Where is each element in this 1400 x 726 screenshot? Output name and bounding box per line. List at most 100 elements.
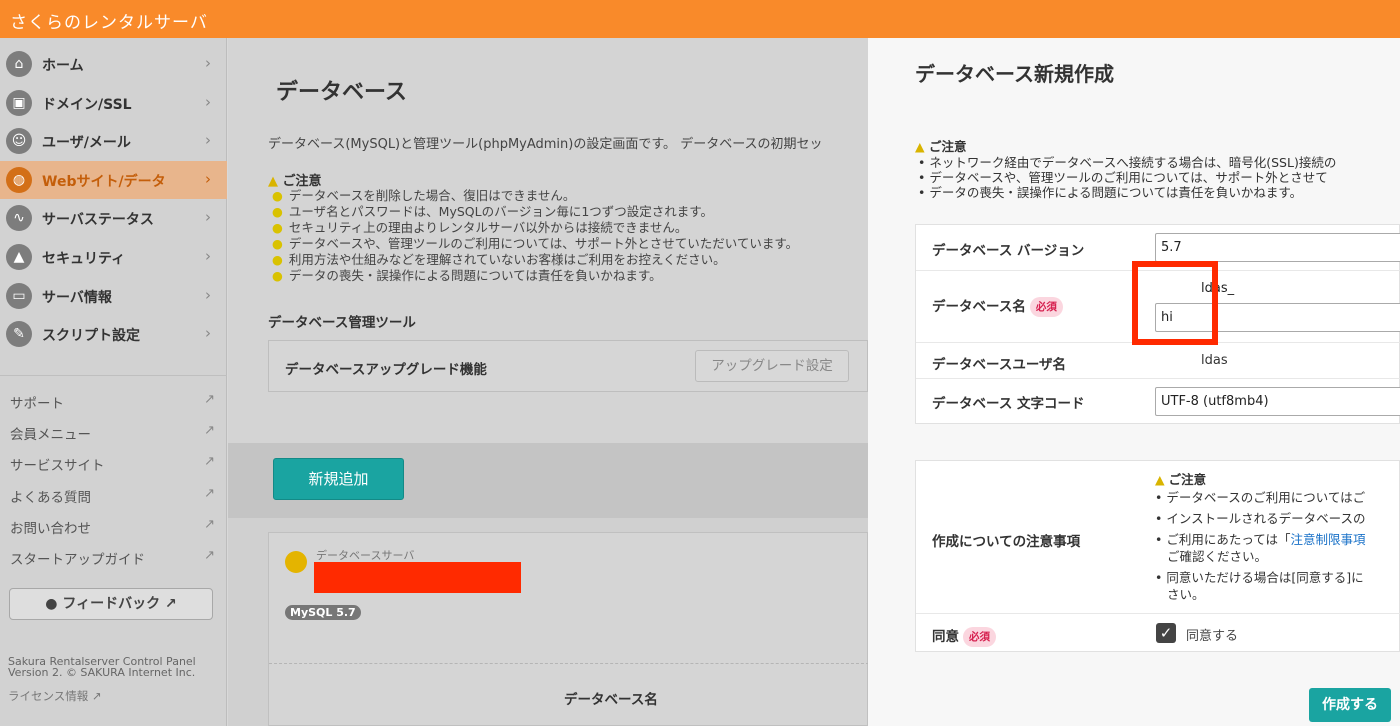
notes-title: ご注意 <box>1168 472 1207 487</box>
external-link-icon: ↗ <box>204 392 215 407</box>
notes-heading: ▲ ご注意 <box>1155 472 1400 487</box>
redacted-server-name <box>314 562 521 593</box>
add-band: 新規追加 <box>228 443 868 518</box>
agree-checkbox-label[interactable]: 同意する <box>1186 625 1238 644</box>
notes-item-cont: ご確認ください。 <box>1167 549 1268 564</box>
footer-copyright: Sakura Rentalserver Control Panel Versio… <box>8 656 196 678</box>
upgrade-section: データベースアップグレード機能 アップグレード設定 <box>268 340 868 392</box>
license-label: ライセンス情報 <box>8 689 89 703</box>
caution-item: ● データベースを削除した場合、復旧はできません。 <box>272 188 576 203</box>
external-link-icon: ↗ <box>91 689 102 703</box>
external-link-icon: ↗ <box>204 548 215 563</box>
sidebar-link-support[interactable]: サポート ↗ <box>10 392 215 412</box>
create-button[interactable]: 作成する <box>1309 688 1391 722</box>
license-link[interactable]: ライセンス情報 ↗ <box>8 688 102 704</box>
panel-caution-heading: ▲ ご注意 <box>915 136 967 155</box>
chevron-right-icon: › <box>205 170 211 188</box>
panel-title: データベース新規作成 <box>915 62 1114 86</box>
create-database-panel: データベース新規作成 ▲ ご注意 • ネットワーク経由でデータベースへ接続する場… <box>868 38 1400 726</box>
red-highlight-box <box>1132 261 1218 345</box>
dbuser-row: データベースユーザ名 ldas <box>916 343 1400 379</box>
link-label: よくある質問 <box>10 490 91 506</box>
user-icon: ☺ <box>6 128 32 154</box>
caution-item: ● ユーザ名とパスワードは、MySQLのバージョン毎に1つずつ設定されます。 <box>272 204 714 219</box>
caution-heading: ▲ ご注意 <box>268 170 322 189</box>
warning-icon: ▲ <box>268 174 278 189</box>
dbname-label-text: データベース名 <box>932 299 1026 315</box>
chevron-right-icon: › <box>205 247 211 265</box>
sidebar-item-server-status[interactable]: ∿ サーバステータス › <box>0 199 227 237</box>
link-label: サポート <box>10 396 64 412</box>
chevron-right-icon: › <box>205 93 211 111</box>
sidebar-item-label: サーバ情報 <box>42 290 112 306</box>
chevron-right-icon: › <box>205 324 211 342</box>
dbname-column-header: データベース名 <box>564 692 658 708</box>
sidebar-item-website-data[interactable]: ◍ Webサイト/データ › <box>0 161 227 199</box>
notes-item: • ご利用にあたっては「注意制限事項 <box>1155 532 1366 547</box>
sidebar-link-startup-guide[interactable]: スタートアップガイド ↗ <box>10 548 215 568</box>
home-icon: ⌂ <box>6 51 32 77</box>
notes-section: 作成についての注意事項 ▲ ご注意 • データベースのご利用についてはご • イ… <box>915 460 1400 652</box>
sidebar-item-security[interactable]: ▲ セキュリティ › <box>0 238 227 276</box>
agree-row: 同意 必須 ✓ 同意する <box>916 613 1400 653</box>
server-icon: ▭ <box>6 283 32 309</box>
sidebar-item-label: ドメイン/SSL <box>42 97 132 113</box>
chevron-right-icon: › <box>205 208 211 226</box>
chat-icon: ● <box>45 596 58 612</box>
sidebar-link-member-menu[interactable]: 会員メニュー ↗ <box>10 423 215 443</box>
external-link-icon: ↗ <box>204 486 215 501</box>
database-server-card: データベースサーバ MySQL 5.7 データベース名 <box>268 532 869 726</box>
upgrade-label: データベースアップグレード機能 <box>285 362 487 378</box>
caution-item: ● 利用方法や仕組みなどを理解されていないお客様はご利用をお控えください。 <box>272 252 726 267</box>
feedback-button[interactable]: ● フィードバック ↗ <box>9 588 213 620</box>
restrictions-link[interactable]: 注意制限事項 <box>1291 532 1366 547</box>
server-label: データベースサーバ <box>316 549 415 562</box>
external-link-icon: ↗ <box>164 596 177 612</box>
agree-label: 同意 必須 <box>932 625 996 647</box>
database-icon <box>285 551 307 573</box>
link-label: お問い合わせ <box>10 521 91 537</box>
sidebar-link-contact[interactable]: お問い合わせ ↗ <box>10 517 215 537</box>
sidebar-item-label: スクリプト設定 <box>42 328 140 344</box>
warning-icon: ▲ <box>915 139 925 154</box>
link-label: スタートアップガイド <box>10 552 145 568</box>
upgrade-settings-button[interactable]: アップグレード設定 <box>695 350 849 382</box>
notes-content: ▲ ご注意 • データベースのご利用についてはご • インストールされるデータベ… <box>1155 472 1400 608</box>
required-badge: 必須 <box>963 627 996 647</box>
notes-item: • 同意いただける場合は[同意する]に <box>1155 570 1364 585</box>
chevron-right-icon: › <box>205 286 211 304</box>
globe-icon: ◍ <box>6 167 32 193</box>
sidebar-link-faq[interactable]: よくある質問 ↗ <box>10 486 215 506</box>
brand-logo[interactable]: さくらのレンタルサーバ <box>10 8 208 33</box>
sidebar-divider <box>0 375 227 376</box>
feedback-label: フィードバック <box>62 596 161 612</box>
lock-icon: ▣ <box>6 90 32 116</box>
external-link-icon: ↗ <box>204 517 215 532</box>
main-content: データベース データベース(MySQL)と管理ツール(phpMyAdmin)の設… <box>228 38 869 726</box>
required-badge: 必須 <box>1029 297 1063 317</box>
sidebar-item-domain-ssl[interactable]: ▣ ドメイン/SSL › <box>0 84 227 122</box>
add-new-button[interactable]: 新規追加 <box>273 458 404 500</box>
caution-title-text: ご注意 <box>282 174 322 189</box>
caution-item: • ネットワーク経由でデータベースへ接続する場合は、暗号化(SSL)接続の <box>918 155 1337 170</box>
sidebar-link-service-site[interactable]: サービスサイト ↗ <box>10 454 215 474</box>
caution-item: ● セキュリティ上の理由よりレンタルサーバ以外からは接続できません。 <box>272 220 688 235</box>
padlock-icon: ▲ <box>6 244 32 270</box>
agree-checkbox[interactable]: ✓ <box>1156 623 1176 643</box>
header-bar: さくらのレンタルサーバ <box>0 0 1400 38</box>
link-label: 会員メニュー <box>10 427 91 443</box>
sidebar-item-home[interactable]: ⌂ ホーム › <box>0 45 227 83</box>
dbuser-value: ldas <box>1201 353 1228 368</box>
version-select[interactable]: 5.7 <box>1155 233 1400 262</box>
charset-label: データベース 文字コード <box>932 396 1085 412</box>
caution-item: ● データベースや、管理ツールのご利用については、サポート外とさせていただいていま… <box>272 236 799 251</box>
sidebar-item-script-settings[interactable]: ✎ スクリプト設定 › <box>0 315 227 353</box>
sidebar-item-label: セキュリティ <box>42 251 126 267</box>
caution-title-text: ご注意 <box>928 139 967 154</box>
panel-caution-list: • ネットワーク経由でデータベースへ接続する場合は、暗号化(SSL)接続の • … <box>918 155 1400 200</box>
agree-label-text: 同意 <box>932 629 959 645</box>
dbuser-label: データベースユーザ名 <box>932 357 1067 373</box>
sidebar-item-user-mail[interactable]: ☺ ユーザ/メール › <box>0 122 227 160</box>
charset-select[interactable]: UTF-8 (utf8mb4) <box>1155 387 1400 416</box>
sidebar-item-server-info[interactable]: ▭ サーバ情報 › <box>0 277 227 315</box>
